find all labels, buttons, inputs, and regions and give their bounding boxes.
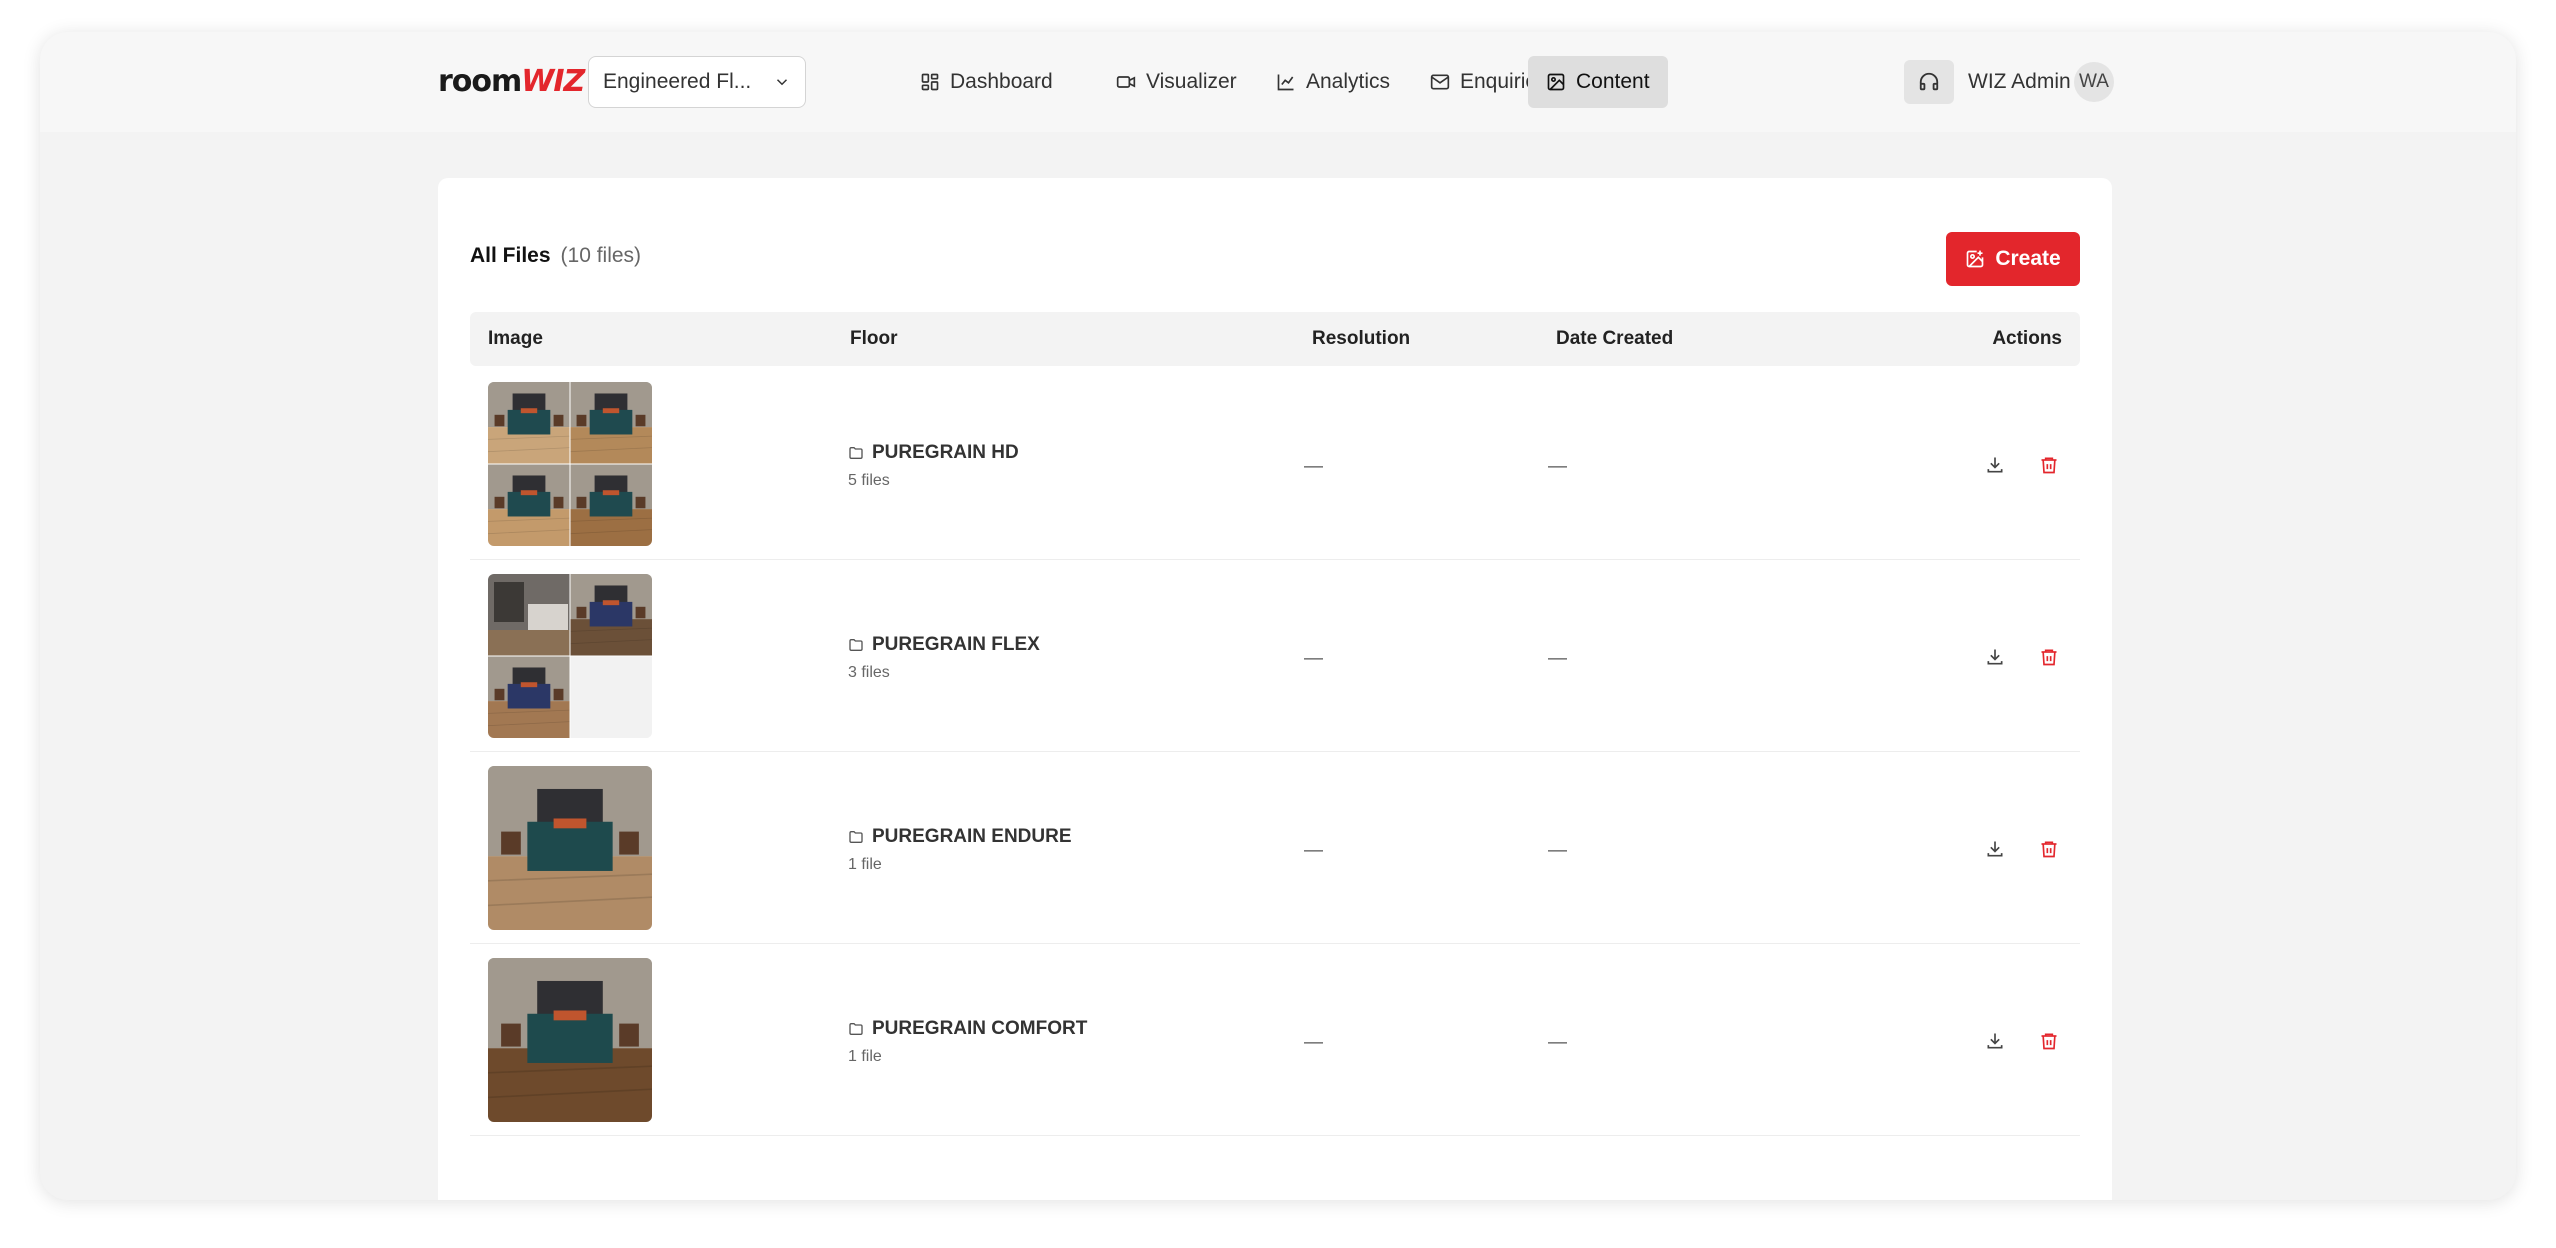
- trash-icon: [2041, 649, 2057, 666]
- app-window: roomWIZ Engineered Fl... Dashboard Visua…: [40, 32, 2516, 1200]
- column-date-created: Date Created: [1556, 328, 1674, 349]
- trash-icon: [2041, 841, 2057, 858]
- folder-icon: [849, 1023, 863, 1035]
- delete-button[interactable]: [2036, 644, 2062, 670]
- table-row[interactable]: PUREGRAIN COMFORT 1 file — —: [470, 944, 2080, 1136]
- chevron-down-icon: [776, 79, 788, 86]
- date-created-value: —: [1548, 1032, 1567, 1053]
- floor-file-count: 3 files: [848, 664, 890, 681]
- floor-name: PUREGRAIN FLEX: [872, 634, 1040, 655]
- nav-dashboard[interactable]: Dashboard: [902, 56, 1071, 108]
- floor-thumbnail[interactable]: [488, 382, 652, 546]
- nav-analytics[interactable]: Analytics: [1258, 56, 1408, 108]
- files-card: All Files (10 files) Create Image Floor R…: [438, 178, 2112, 1200]
- floor-cell[interactable]: PUREGRAIN COMFORT 1 file: [848, 1018, 1087, 1066]
- company-select-value: Engineered Fl...: [603, 70, 752, 93]
- create-button[interactable]: Create: [1946, 232, 2080, 286]
- trash-icon: [2041, 1033, 2057, 1050]
- delete-button[interactable]: [2036, 1028, 2062, 1054]
- column-actions: Actions: [1992, 328, 2062, 349]
- nav-visualizer[interactable]: Visualizer: [1098, 56, 1255, 108]
- trash-icon: [2041, 457, 2057, 474]
- resolution-value: —: [1304, 1032, 1323, 1053]
- table-header: Image Floor Resolution Date Created Acti…: [470, 312, 2080, 366]
- floor-name: PUREGRAIN HD: [872, 442, 1019, 463]
- folder-icon: [849, 831, 863, 843]
- download-button[interactable]: [1982, 452, 2008, 478]
- files-title: All Files: [470, 244, 551, 267]
- delete-button[interactable]: [2036, 836, 2062, 862]
- download-icon: [1987, 649, 2003, 665]
- video-icon: [1116, 76, 1136, 88]
- headset-icon: [1919, 72, 1939, 91]
- folder-icon: [849, 639, 863, 651]
- floor-name: PUREGRAIN ENDURE: [872, 826, 1072, 847]
- image-plus-icon: [1966, 250, 1984, 268]
- floor-name: PUREGRAIN COMFORT: [872, 1018, 1088, 1039]
- user-name[interactable]: WIZ Admin: [1968, 70, 2071, 94]
- download-icon: [1987, 457, 2003, 473]
- download-icon: [1987, 1033, 2003, 1049]
- floor-file-count: 1 file: [848, 1048, 882, 1065]
- company-select[interactable]: Engineered Fl...: [588, 56, 806, 108]
- floor-thumbnail[interactable]: [488, 766, 652, 930]
- nav-content[interactable]: Content: [1528, 56, 1668, 108]
- date-created-value: —: [1548, 648, 1567, 669]
- floor-thumbnail[interactable]: [488, 574, 652, 738]
- floor-file-count: 5 files: [848, 472, 890, 489]
- files-count: (10 files): [560, 244, 642, 267]
- image-icon: [1547, 73, 1565, 91]
- floor-cell[interactable]: PUREGRAIN FLEX 3 files: [848, 634, 1040, 682]
- download-icon: [1987, 841, 2003, 857]
- table-row[interactable]: PUREGRAIN HD 5 files — —: [470, 368, 2080, 560]
- files-heading: All Files (10 files): [470, 244, 641, 268]
- delete-button[interactable]: [2036, 452, 2062, 478]
- top-navigation-bar: roomWIZ Engineered Fl... Dashboard Visua…: [40, 32, 2516, 132]
- download-button[interactable]: [1982, 644, 2008, 670]
- column-floor: Floor: [850, 328, 898, 349]
- column-resolution: Resolution: [1312, 328, 1411, 349]
- table-row[interactable]: PUREGRAIN ENDURE 1 file — —: [470, 752, 2080, 944]
- floor-file-count: 1 file: [848, 856, 882, 873]
- table-row[interactable]: PUREGRAIN FLEX 3 files — —: [470, 560, 2080, 752]
- download-button[interactable]: [1982, 1028, 2008, 1054]
- folder-icon: [849, 447, 863, 459]
- floor-cell[interactable]: PUREGRAIN HD 5 files: [848, 442, 1019, 490]
- date-created-value: —: [1548, 456, 1567, 477]
- floor-thumbnail[interactable]: [488, 958, 652, 1122]
- avatar[interactable]: WA: [2074, 62, 2114, 102]
- support-button[interactable]: [1904, 60, 1954, 104]
- download-button[interactable]: [1982, 836, 2008, 862]
- mail-icon: [1430, 74, 1450, 90]
- roomwiz-logo[interactable]: roomWIZ: [438, 62, 585, 102]
- date-created-value: —: [1548, 840, 1567, 861]
- resolution-value: —: [1304, 648, 1323, 669]
- dashboard-icon: [921, 73, 939, 91]
- chart-icon: [1277, 74, 1294, 91]
- resolution-value: —: [1304, 456, 1323, 477]
- resolution-value: —: [1304, 840, 1323, 861]
- floor-cell[interactable]: PUREGRAIN ENDURE 1 file: [848, 826, 1072, 874]
- column-image: Image: [488, 328, 543, 349]
